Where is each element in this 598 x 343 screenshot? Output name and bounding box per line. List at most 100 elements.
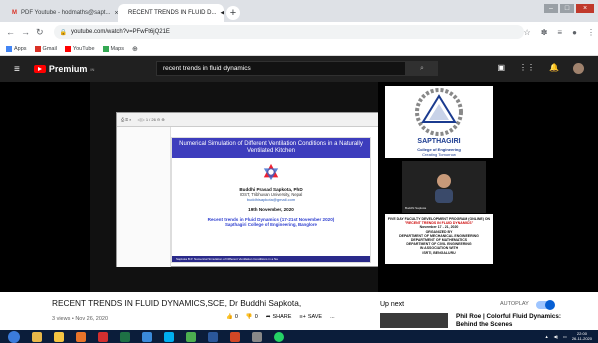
clock[interactable]: 22:00 26-11-2020 bbox=[571, 331, 592, 341]
bookmark-label: Apps bbox=[14, 45, 27, 52]
excel-icon[interactable] bbox=[120, 331, 130, 342]
bookmark-apps[interactable]: Apps bbox=[6, 45, 27, 52]
back-arrow-icon[interactable]: ← bbox=[6, 27, 15, 37]
start-button[interactable] bbox=[8, 330, 20, 343]
new-tab-button[interactable]: + bbox=[226, 6, 240, 20]
apps-grid-icon bbox=[6, 45, 12, 52]
bookmark-gmail[interactable]: Gmail bbox=[34, 45, 57, 52]
browser-tab-bar: M PDF Youtube - hodmaths@sapt... × RECEN… bbox=[0, 0, 598, 22]
opera-icon[interactable] bbox=[98, 331, 108, 342]
share-label: SHARE bbox=[272, 314, 292, 320]
search-button[interactable]: ⌕ bbox=[406, 61, 438, 76]
maps-icon bbox=[102, 45, 109, 52]
url-text: youtube.com/watch?v=PFwFt6jQ21E bbox=[71, 29, 170, 35]
tab-gmail[interactable]: M PDF Youtube - hodmaths@sapt... × bbox=[6, 4, 118, 22]
header-actions: ▣ ⋮⋮ 🔔 bbox=[497, 63, 584, 74]
volume-icon[interactable]: ◀) bbox=[554, 334, 558, 339]
college-logo-icon bbox=[415, 88, 463, 136]
save-button[interactable]: ≡+ SAVE bbox=[299, 314, 322, 320]
slide-date: 19th November, 2020 bbox=[248, 207, 294, 212]
forward-arrow-icon[interactable]: → bbox=[21, 27, 30, 37]
pdf-tool-icon: ◁ ▷ 1 / 26 ⊖ ⊕ bbox=[137, 117, 165, 122]
extension-icon[interactable]: ✽ bbox=[541, 28, 548, 37]
university-emblem-icon bbox=[263, 163, 279, 181]
more-actions-button[interactable]: ... bbox=[330, 314, 335, 320]
next-video-title[interactable]: Phil Roe | Colorful Fluid Dynamics: Behi… bbox=[456, 313, 566, 328]
windows-taskbar: ▲ ◀) ▭ 22:00 26-11-2020 bbox=[0, 330, 598, 343]
video-title: RECENT TRENDS IN FLUID DYNAMICS,SCE, Dr … bbox=[52, 298, 302, 308]
audio-icon[interactable]: ◀) bbox=[220, 10, 224, 16]
programme-banner: FIVE DAY FACULTY DEVELOPMENT PROGRAM (ON… bbox=[385, 214, 493, 264]
pdf-tool-icon: ⎙ ✉ ⌕ bbox=[121, 117, 132, 122]
webcam-label: Buddhi Sapkota bbox=[405, 206, 427, 210]
add-to-playlist-icon: ≡+ bbox=[299, 314, 306, 320]
url-field[interactable]: 🔒 youtube.com/watch?v=PFwFt6jQ21E bbox=[53, 25, 524, 39]
powerpoint-icon[interactable] bbox=[230, 331, 240, 342]
skype-icon[interactable] bbox=[164, 331, 174, 342]
programme-line: ISRTI, BENGALURU bbox=[422, 250, 456, 255]
window-controls: – □ × bbox=[544, 4, 594, 13]
slide-college: Sapthagiri College of Engineering, Bangl… bbox=[225, 222, 317, 227]
college-name: SAPTHAGIRI bbox=[417, 138, 461, 145]
thumbs-up-icon: 👍 bbox=[226, 314, 233, 320]
webcam-feed: Buddhi Sapkota bbox=[402, 161, 486, 213]
create-video-icon[interactable]: ▣ bbox=[497, 63, 505, 74]
dislike-count: 0 bbox=[254, 314, 258, 320]
pdf-viewer-window: ⎙ ✉ ⌕ ◁ ▷ 1 / 26 ⊖ ⊕ Numerical Simulatio… bbox=[116, 112, 404, 267]
folder-icon[interactable] bbox=[54, 331, 64, 342]
dislike-button[interactable]: 👎 0 bbox=[246, 314, 258, 320]
paint-icon[interactable] bbox=[142, 331, 152, 342]
bookmarks-bar: Apps Gmail YouTube Maps ⊕ bbox=[0, 42, 598, 56]
maximize-button[interactable]: □ bbox=[560, 4, 574, 13]
profile-icon[interactable]: ● bbox=[572, 28, 577, 37]
logo-text: Premium bbox=[48, 64, 88, 74]
slide-title: Numerical Simulation of Different Ventil… bbox=[172, 138, 370, 158]
kebab-menu-icon[interactable]: ⋮ bbox=[587, 28, 595, 37]
youtube-premium-logo[interactable]: Premium IN bbox=[33, 64, 94, 74]
bookmark-label: YouTube bbox=[72, 45, 95, 52]
bookmark-label: Maps bbox=[110, 45, 124, 52]
like-count: 0 bbox=[234, 314, 238, 320]
settings-icon[interactable] bbox=[252, 331, 262, 342]
next-video-thumbnail[interactable] bbox=[380, 313, 448, 328]
file-explorer-icon[interactable] bbox=[32, 331, 42, 342]
media-player-icon[interactable] bbox=[76, 331, 86, 342]
tab-youtube[interactable]: RECENT TRENDS IN FLUID D... ◀) × bbox=[118, 4, 224, 22]
hamburger-menu-icon[interactable]: ≡ bbox=[14, 64, 20, 75]
tab-label: RECENT TRENDS IN FLUID D... bbox=[128, 10, 217, 16]
star-icon[interactable]: ☆ bbox=[524, 28, 531, 37]
bookmark-youtube[interactable]: YouTube bbox=[64, 45, 95, 52]
save-label: SAVE bbox=[307, 314, 323, 320]
notifications-bell-icon[interactable]: 🔔 bbox=[549, 63, 559, 74]
battery-icon[interactable]: ▭ bbox=[563, 334, 567, 339]
chrome-icon[interactable] bbox=[186, 331, 196, 342]
thumbs-down-icon: 👎 bbox=[245, 314, 253, 320]
reload-icon[interactable]: ↻ bbox=[36, 27, 44, 38]
search-input[interactable]: recent trends in fluid dynamics bbox=[156, 61, 406, 76]
playlist-icon[interactable]: ≡ bbox=[557, 28, 562, 37]
youtube-icon bbox=[33, 65, 46, 73]
presenter-email: buddhisapkota@gmail.com bbox=[246, 197, 296, 202]
search-icon: ⌕ bbox=[420, 65, 424, 72]
bookmark-label: Gmail bbox=[42, 45, 57, 52]
share-button[interactable]: ➦ SHARE bbox=[266, 314, 292, 320]
slide-footer: Sapkota B.P. Numerical Simulation of Dif… bbox=[172, 256, 370, 262]
globe-icon[interactable]: ⊕ bbox=[132, 45, 138, 53]
minimize-button[interactable]: – bbox=[544, 4, 558, 13]
apps-grid-icon[interactable]: ⋮⋮ bbox=[519, 63, 535, 74]
bookmark-maps[interactable]: Maps bbox=[102, 45, 124, 52]
youtube-icon bbox=[64, 45, 71, 52]
whatsapp-icon[interactable] bbox=[274, 331, 284, 342]
word-icon[interactable] bbox=[208, 331, 218, 342]
clock-date: 26-11-2020 bbox=[571, 335, 592, 341]
tab-label: PDF Youtube - hodmaths@sapt... bbox=[21, 10, 111, 16]
close-window-button[interactable]: × bbox=[576, 4, 594, 13]
video-meta: 3 views • Nov 26, 2020 bbox=[52, 316, 109, 322]
autoplay-toggle[interactable] bbox=[536, 300, 555, 310]
gmail-icon bbox=[34, 45, 41, 52]
video-actions: 👍 0 👎 0 ➦ SHARE ≡+ SAVE ... bbox=[226, 314, 335, 320]
like-button[interactable]: 👍 0 bbox=[226, 314, 238, 320]
network-icon[interactable]: ▲ bbox=[545, 334, 549, 339]
avatar[interactable] bbox=[573, 63, 584, 74]
gmail-icon: M bbox=[12, 10, 17, 16]
